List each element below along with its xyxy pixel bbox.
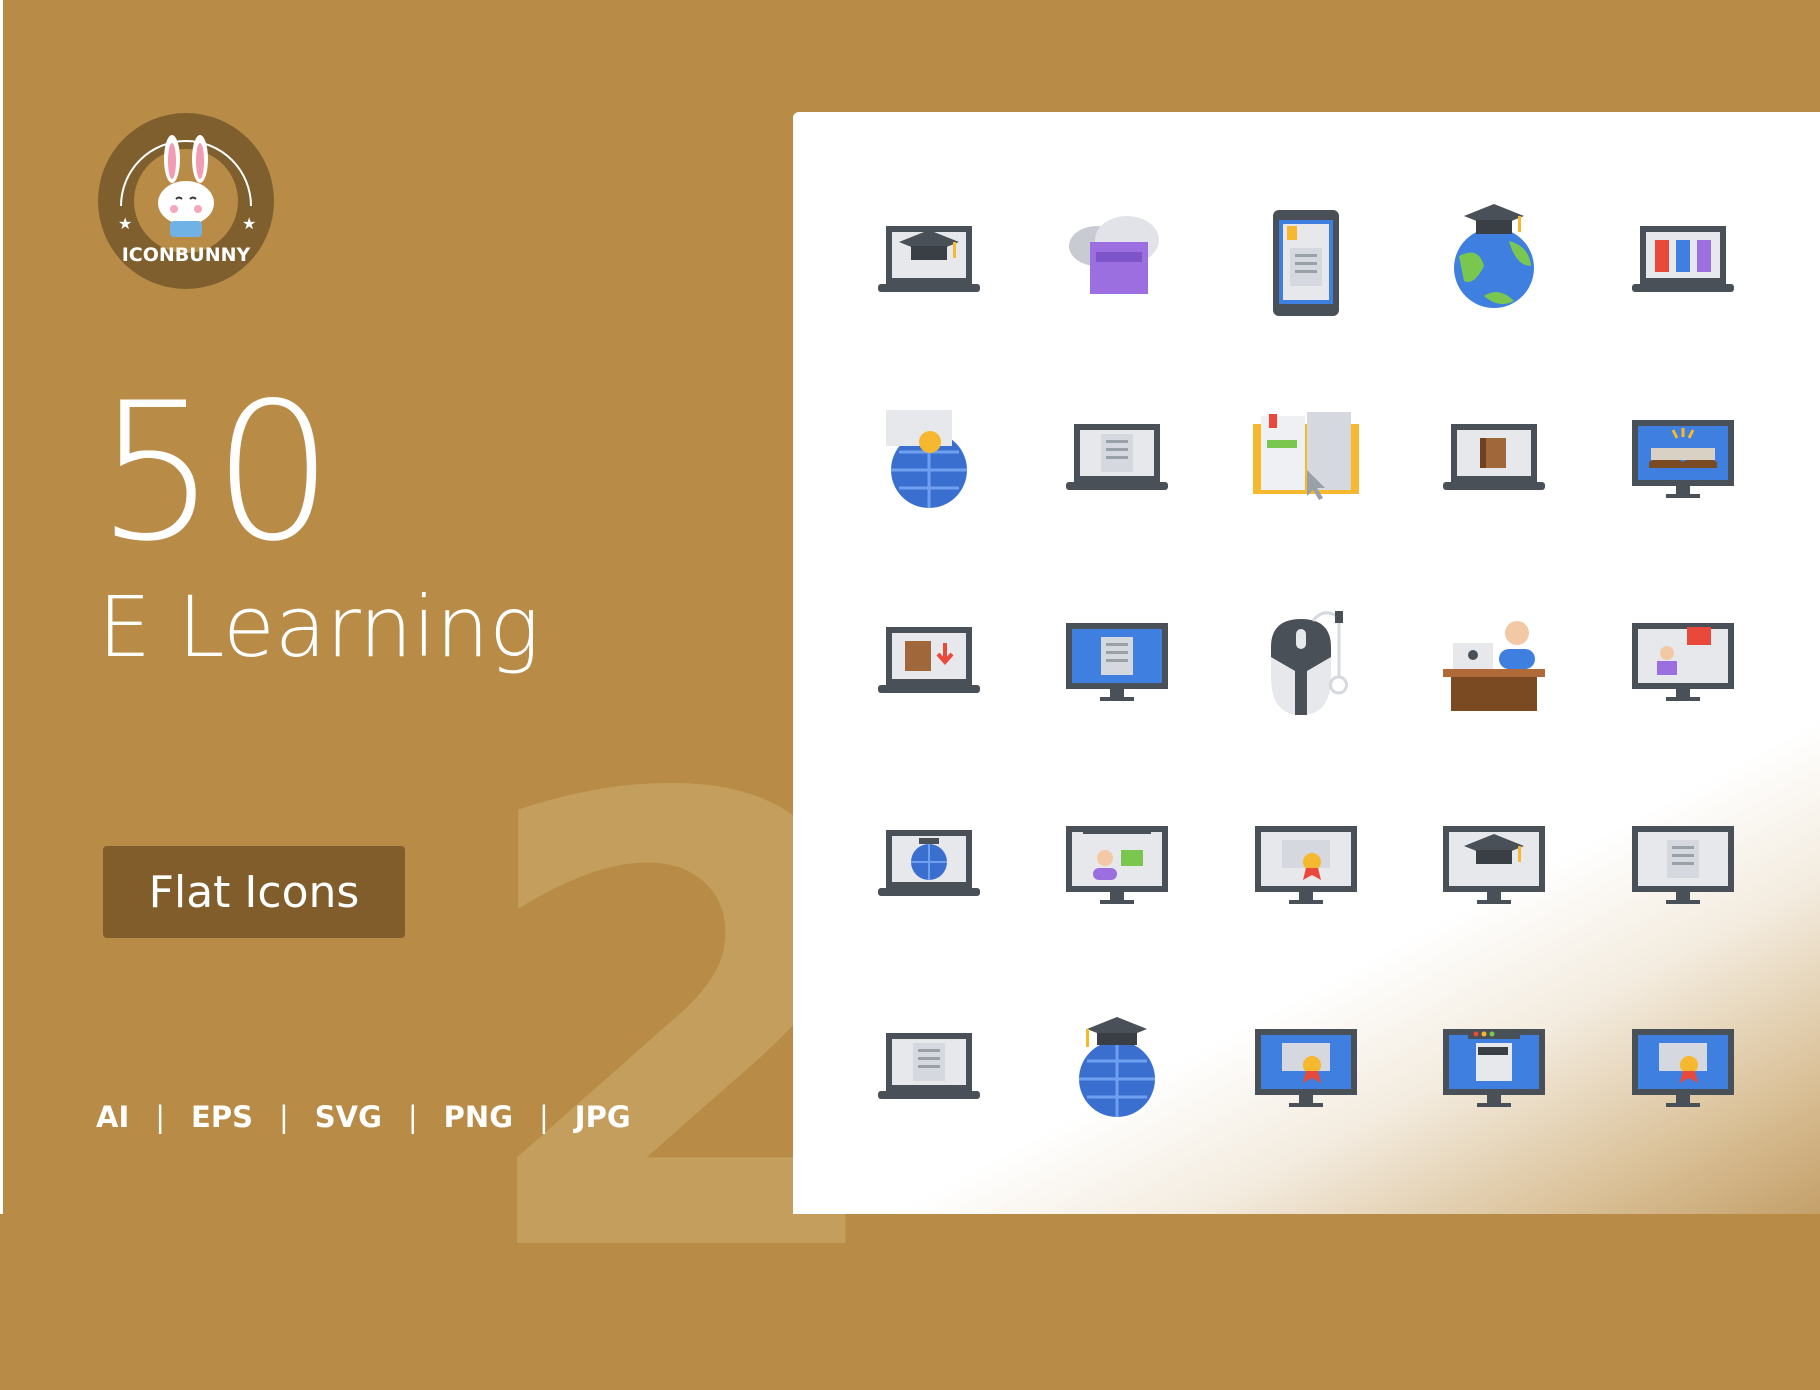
laptop-document-slides-icon bbox=[1052, 394, 1182, 524]
format-ai: AI bbox=[96, 1100, 130, 1134]
icon-preview-card bbox=[793, 112, 1820, 1214]
laptop-book-slides-icon bbox=[1429, 394, 1559, 524]
globe-certificate-icon bbox=[864, 394, 994, 524]
monitor-diploma-icon bbox=[1241, 1003, 1371, 1133]
monitor-open-book-icon bbox=[1618, 394, 1748, 524]
globe-grid-cap-icon bbox=[1052, 1003, 1182, 1133]
svg-text:ICONBUNNY: ICONBUNNY bbox=[122, 244, 251, 266]
svg-text:★: ★ bbox=[242, 214, 256, 233]
monitor-checklist-icon bbox=[1052, 597, 1182, 727]
icon-count: 50 bbox=[96, 362, 334, 583]
computer-mouse-icon bbox=[1241, 597, 1371, 727]
laptop-graduation-cap-icon bbox=[864, 196, 994, 326]
svg-text:★: ★ bbox=[118, 214, 132, 233]
monitor-graduation-cap-icon bbox=[1429, 800, 1559, 930]
laptop-document-icon bbox=[864, 1003, 994, 1133]
monitor-video-lecture-icon bbox=[1618, 597, 1748, 727]
globe-graduation-cap-icon bbox=[1429, 196, 1559, 326]
monitor-certificate-icon bbox=[1241, 800, 1371, 930]
file-formats: AI | EPS | SVG | PNG | JPG bbox=[96, 1100, 631, 1134]
flat-icons-label: Flat Icons bbox=[148, 866, 360, 918]
iconbunny-logo: ICONBUNNY ★ ★ bbox=[96, 111, 276, 291]
monitor-award-icon bbox=[1618, 1003, 1748, 1133]
cloud-document-icon bbox=[1052, 196, 1182, 326]
flat-icons-button[interactable]: Flat Icons bbox=[103, 846, 405, 938]
monitor-newspaper-icon bbox=[1618, 800, 1748, 930]
tablet-ebook-icon bbox=[1241, 196, 1371, 326]
left-edge bbox=[0, 0, 3, 1214]
format-png: PNG bbox=[443, 1100, 513, 1134]
pack-title: E Learning bbox=[98, 578, 540, 676]
format-svg: SVG bbox=[314, 1100, 382, 1134]
teacher-desk-icon bbox=[1429, 597, 1559, 727]
laptop-book-download-icon bbox=[864, 597, 994, 727]
format-jpg: JPG bbox=[574, 1100, 631, 1134]
laptop-library-icon bbox=[1618, 196, 1748, 326]
monitor-video-chat-icon bbox=[1052, 800, 1182, 930]
open-book-cursor-icon bbox=[1241, 394, 1371, 524]
monitor-browser-cap-icon bbox=[1429, 1003, 1559, 1133]
laptop-globe-cap-icon bbox=[864, 800, 994, 930]
format-eps: EPS bbox=[191, 1100, 253, 1134]
